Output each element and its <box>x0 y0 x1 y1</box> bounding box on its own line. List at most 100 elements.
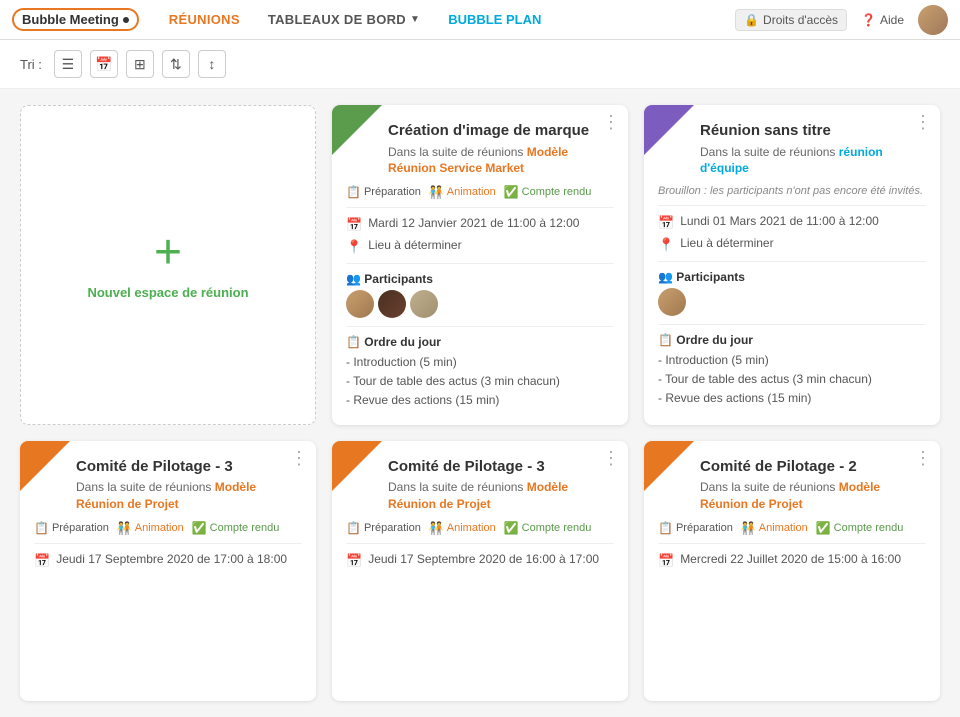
navbar-right: 🔒 Droits d'accès ❓ Aide <box>735 5 948 35</box>
cr-label: Compte rendu <box>522 522 592 534</box>
corner-green <box>332 105 382 155</box>
card-reunion-sans-titre: ⋮ Réunion sans titre Dans la suite de ré… <box>644 105 940 425</box>
badge-animation: 🧑‍🤝‍🧑 Animation <box>741 521 808 535</box>
card-subtitle: Dans la suite de réunions Modèle Réunion… <box>700 479 926 513</box>
prep-icon: 📋 <box>346 185 361 199</box>
card-menu-button[interactable]: ⋮ <box>602 113 620 131</box>
avatar-image <box>918 5 948 35</box>
help-button[interactable]: ❓ Aide <box>861 13 904 27</box>
main-content: + Nouvel espace de réunion ⋮ Création d'… <box>0 89 960 717</box>
badge-preparation: 📋 Préparation <box>346 185 421 199</box>
card-subtitle: Dans la suite de réunions Modèle Réunion… <box>388 479 614 513</box>
participant-avatar-1 <box>658 288 686 316</box>
divider2 <box>658 261 926 262</box>
badge-preparation: 📋 Préparation <box>346 521 421 535</box>
brand-logo[interactable]: Bubble Meeting <box>12 8 139 31</box>
brand-name: Bubble Meeting <box>22 12 119 27</box>
corner-orange <box>644 441 694 491</box>
plus-icon: + <box>154 229 182 277</box>
calendar-icon: 📅 <box>346 217 362 233</box>
anim-label: Animation <box>447 186 496 198</box>
sort-grid-icon[interactable]: ⊞ <box>126 50 154 78</box>
divider <box>346 207 614 208</box>
subtitle-prefix: Dans la suite de réunions <box>700 480 835 494</box>
card-location-row: 📍 Lieu à déterminer <box>658 236 926 253</box>
prep-icon: 📋 <box>34 521 49 535</box>
badge-compte-rendu: ✅ Compte rendu <box>816 521 904 535</box>
card-menu-button[interactable]: ⋮ <box>914 449 932 467</box>
calendar-icon: 📅 <box>34 553 50 569</box>
card-badges: 📋 Préparation 🧑‍🤝‍🧑 Animation ✅ Compte r… <box>346 521 614 535</box>
card-menu-button[interactable]: ⋮ <box>914 113 932 131</box>
card-comite-pilotage-2: ⋮ Comité de Pilotage - 2 Dans la suite d… <box>644 441 940 701</box>
card-badges: 📋 Préparation 🧑‍🤝‍🧑 Animation ✅ Compte r… <box>34 521 302 535</box>
card-note: Brouillon : les participants n'ont pas e… <box>658 185 926 197</box>
help-label: Aide <box>880 13 904 27</box>
card-date: Lundi 01 Mars 2021 de 11:00 à 12:00 <box>680 214 879 228</box>
card-comite-pilotage-3a: ⋮ Comité de Pilotage - 3 Dans la suite d… <box>20 441 316 701</box>
card-title: Création d'image de marque <box>388 121 614 141</box>
agenda-title: 📋 Ordre du jour <box>346 335 614 349</box>
card-date: Jeudi 17 Septembre 2020 de 17:00 à 18:00 <box>56 552 287 566</box>
divider2 <box>346 263 614 264</box>
chevron-down-icon: ▼ <box>410 14 420 25</box>
participant-avatar-1 <box>346 290 374 318</box>
anim-label: Animation <box>759 522 808 534</box>
subtitle-prefix: Dans la suite de réunions <box>76 480 211 494</box>
sort-calendar-icon[interactable]: 📅 <box>90 50 118 78</box>
badge-preparation: 📋 Préparation <box>34 521 109 535</box>
badge-preparation: 📋 Préparation <box>658 521 733 535</box>
prep-icon: 📋 <box>346 521 361 535</box>
agenda-item-1: - Introduction (5 min) <box>346 353 614 372</box>
participants-title: 👥 Participants <box>658 270 926 284</box>
agenda-icon: 📋 <box>658 333 673 347</box>
agenda-icon: 📋 <box>346 335 361 349</box>
prep-label: Préparation <box>364 522 421 534</box>
cr-icon: ✅ <box>504 185 519 199</box>
badge-compte-rendu: ✅ Compte rendu <box>504 521 592 535</box>
calendar-icon: 📅 <box>658 553 674 569</box>
card-date: Mercredi 22 Juillet 2020 de 15:00 à 16:0… <box>680 552 901 566</box>
corner-orange <box>332 441 382 491</box>
corner-purple <box>644 105 694 155</box>
lock-icon: 🔒 <box>744 13 759 27</box>
anim-label: Animation <box>135 522 184 534</box>
sort-list-icon[interactable]: ☰ <box>54 50 82 78</box>
calendar-icon: 📅 <box>658 215 674 231</box>
agenda-title: 📋 Ordre du jour <box>658 333 926 347</box>
card-avatars <box>346 290 614 318</box>
calendar-icon: 📅 <box>346 553 362 569</box>
nav-bubble-plan[interactable]: BUBBLE PLAN <box>434 12 555 27</box>
sort-az-icon[interactable]: ⇅ <box>162 50 190 78</box>
prep-label: Préparation <box>676 522 733 534</box>
droits-acces-button[interactable]: 🔒 Droits d'accès <box>735 9 847 31</box>
badge-animation: 🧑‍🤝‍🧑 Animation <box>429 521 496 535</box>
card-location-row: 📍 Lieu à déterminer <box>346 238 614 255</box>
badge-animation: 🧑‍🤝‍🧑 Animation <box>117 521 184 535</box>
participants-title: 👥 Participants <box>346 272 614 286</box>
card-location: Lieu à déterminer <box>368 238 461 252</box>
subtitle-prefix: Dans la suite de réunions <box>388 145 523 159</box>
card-date: Jeudi 17 Septembre 2020 de 16:00 à 17:00 <box>368 552 599 566</box>
brand-dot <box>123 17 129 23</box>
cr-label: Compte rendu <box>210 522 280 534</box>
agenda-item-1: - Introduction (5 min) <box>658 351 926 370</box>
anim-label: Animation <box>447 522 496 534</box>
new-space-label: Nouvel espace de réunion <box>87 285 248 300</box>
card-menu-button[interactable]: ⋮ <box>290 449 308 467</box>
card-date-row: 📅 Jeudi 17 Septembre 2020 de 16:00 à 17:… <box>346 552 614 569</box>
card-title: Comité de Pilotage - 3 <box>76 457 302 477</box>
card-title: Réunion sans titre <box>700 121 926 141</box>
cr-icon: ✅ <box>192 521 207 535</box>
badge-compte-rendu: ✅ Compte rendu <box>192 521 280 535</box>
agenda-item-3: - Revue des actions (15 min) <box>346 391 614 410</box>
sort-date-icon[interactable]: ↕ <box>198 50 226 78</box>
card-date: Mardi 12 Janvier 2021 de 11:00 à 12:00 <box>368 216 579 230</box>
avatar[interactable] <box>918 5 948 35</box>
anim-icon: 🧑‍🤝‍🧑 <box>429 185 444 199</box>
card-menu-button[interactable]: ⋮ <box>602 449 620 467</box>
toolbar: Tri : ☰ 📅 ⊞ ⇅ ↕ <box>0 40 960 89</box>
new-space-card[interactable]: + Nouvel espace de réunion <box>20 105 316 425</box>
nav-reunions[interactable]: RÉUNIONS <box>155 12 254 27</box>
nav-tableaux[interactable]: TABLEAUX DE BORD ▼ <box>254 12 434 27</box>
